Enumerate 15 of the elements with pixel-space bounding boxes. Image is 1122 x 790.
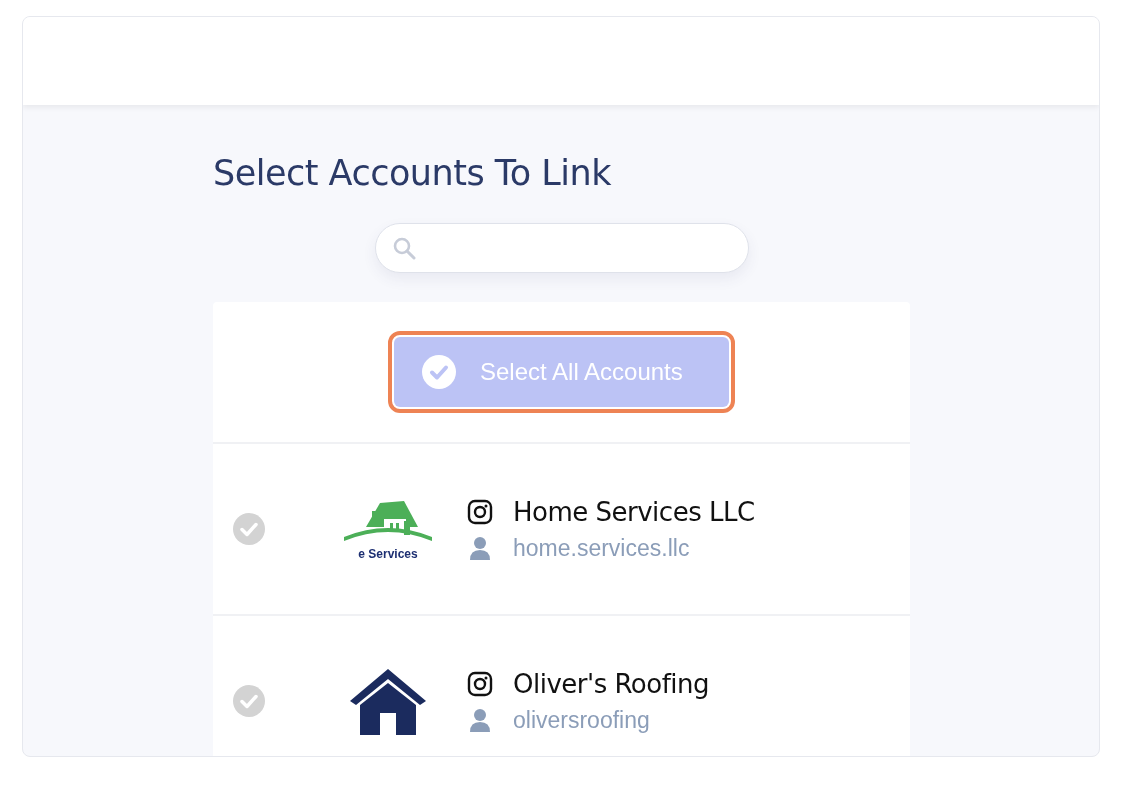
search-icon	[392, 236, 416, 260]
account-handle: oliversroofing	[513, 706, 650, 734]
logo-text: e Services	[357, 547, 419, 561]
instagram-icon	[467, 670, 493, 697]
user-icon	[467, 708, 493, 732]
check-circle-icon[interactable]	[233, 685, 265, 717]
check-circle-icon[interactable]	[233, 513, 265, 545]
user-icon	[467, 536, 493, 560]
account-name: Home Services LLC	[513, 496, 755, 527]
instagram-icon	[467, 498, 493, 525]
search-field[interactable]	[375, 223, 749, 273]
account-name: Oliver's Roofing	[513, 668, 709, 699]
page-title: Select Accounts To Link	[213, 152, 612, 195]
check-circle-icon	[422, 355, 456, 389]
account-handle: home.services.llc	[513, 534, 690, 562]
